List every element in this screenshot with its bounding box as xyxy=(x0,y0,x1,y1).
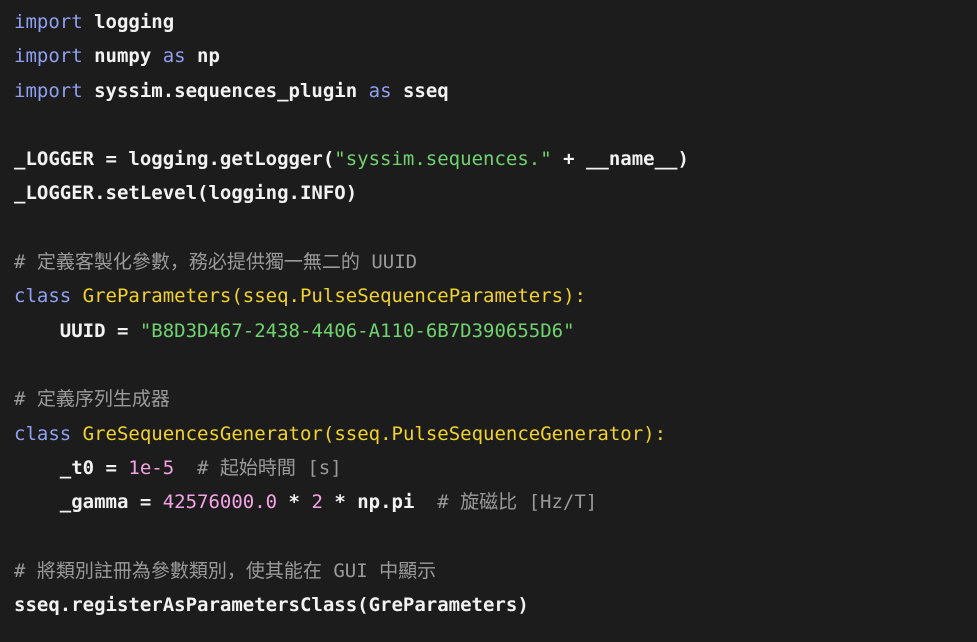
keyword-as: as xyxy=(162,45,186,68)
code-line-3: import syssim.sequences_plugin as sseq xyxy=(14,74,977,108)
code-text: _t0 = xyxy=(14,456,129,479)
class-name: GreParameters(sseq.PulseSequenceParamete… xyxy=(82,285,586,308)
keyword-import: import xyxy=(14,45,83,68)
code-line-15: _gamma = 42576000.0 * 2 * np.pi # 旋磁比 [H… xyxy=(14,485,977,519)
code-line-9: class GreParameters(sseq.PulseSequencePa… xyxy=(14,279,977,313)
code-line-7-blank xyxy=(14,211,977,245)
code-line-16-blank xyxy=(14,519,977,553)
class-name: GreSequencesGenerator(sseq.PulseSequence… xyxy=(82,422,667,445)
code-text: _gamma = xyxy=(14,491,163,514)
code-line-5: _LOGGER = logging.getLogger("syssim.sequ… xyxy=(14,142,977,176)
comment: # 起始時間 [s] xyxy=(174,456,342,479)
code-line-14: _t0 = 1e-5 # 起始時間 [s] xyxy=(14,451,977,485)
keyword-import: import xyxy=(14,79,83,102)
code-line-17: # 將類別註冊為參數類別，使其能在 GUI 中顯示 xyxy=(14,554,977,588)
comment: # 將類別註冊為參數類別，使其能在 GUI 中顯示 xyxy=(14,559,437,582)
code-text: numpy xyxy=(82,45,163,68)
code-line-13: class GreSequencesGenerator(sseq.PulseSe… xyxy=(14,417,977,451)
code-line-4-blank xyxy=(14,108,977,142)
code-text: + __name__) xyxy=(551,148,689,171)
code-text: _LOGGER.setLevel(logging.INFO) xyxy=(14,182,358,205)
code-line-2: import numpy as np xyxy=(14,39,977,73)
string-literal: "syssim.sequences." xyxy=(334,148,552,171)
keyword-import: import xyxy=(14,11,83,33)
comment: # 定義序列生成器 xyxy=(14,388,170,411)
code-line-18: sseq.registerAsParametersClass(GreParame… xyxy=(14,588,977,622)
code-text: _LOGGER = logging.getLogger( xyxy=(14,148,335,171)
code-text: np xyxy=(185,45,220,68)
keyword-class: class xyxy=(14,422,72,445)
comment: # 旋磁比 [Hz/T] xyxy=(414,491,598,514)
code-text: UUID = xyxy=(14,319,140,342)
string-literal: "B8D3D467-2438-4406-A110-6B7D390655D6" xyxy=(139,319,575,342)
code-text: syssim.sequences_plugin xyxy=(82,79,369,102)
code-text: * np.pi xyxy=(322,491,415,514)
code-line-6: _LOGGER.setLevel(logging.INFO) xyxy=(14,176,977,210)
code-text: sseq xyxy=(391,79,449,102)
number-literal: 2 xyxy=(311,491,323,514)
code-line-10: UUID = "B8D3D467-2438-4406-A110-6B7D3906… xyxy=(14,314,977,348)
code-text: sseq.registerAsParametersClass(GreParame… xyxy=(14,594,529,617)
comment: # 定義客製化參數，務必提供獨一無二的 UUID xyxy=(14,251,418,274)
number-literal: 1e-5 xyxy=(128,456,175,479)
code-line-8: # 定義客製化參數，務必提供獨一無二的 UUID xyxy=(14,245,977,279)
code-line-11-blank xyxy=(14,348,977,382)
keyword-class: class xyxy=(14,285,72,308)
keyword-as: as xyxy=(368,79,392,102)
code-editor[interactable]: import logging import numpy as np import… xyxy=(0,0,977,642)
code-text: * xyxy=(277,491,312,514)
code-line-1: import logging xyxy=(14,5,977,39)
code-line-12: # 定義序列生成器 xyxy=(14,382,977,416)
code-text: logging xyxy=(82,11,175,33)
number-literal: 42576000.0 xyxy=(162,491,278,514)
